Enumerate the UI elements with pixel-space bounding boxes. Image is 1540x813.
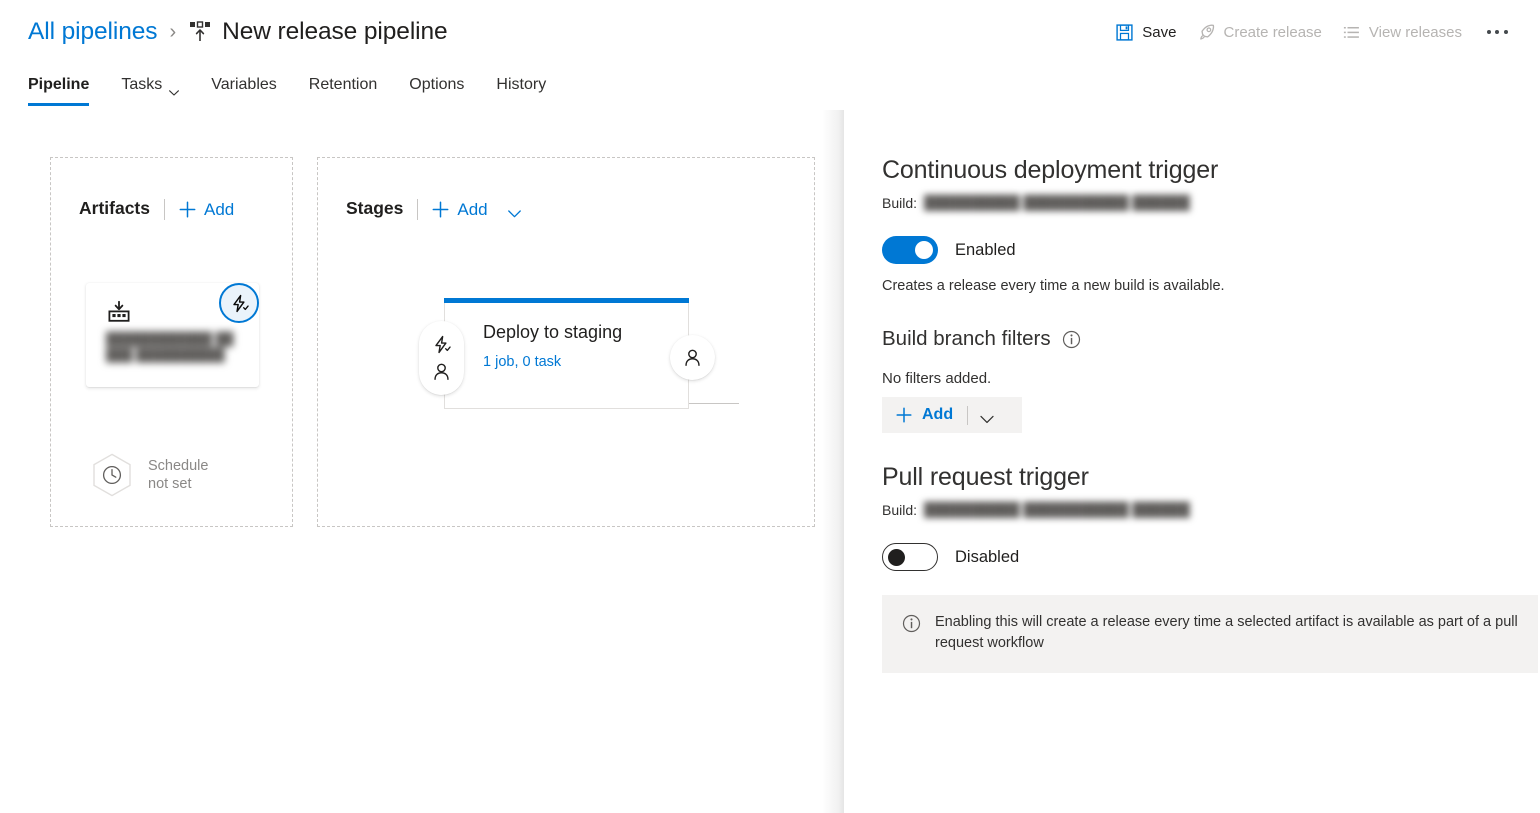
tab-retention[interactable]: Retention	[293, 66, 394, 104]
stage-name: Deploy to staging	[483, 322, 623, 342]
pipeline-tabs: Pipeline Tasks Variables Retention Optio…	[0, 66, 1540, 108]
build-branch-filters-heading: Build branch filters	[882, 326, 1051, 350]
add-branch-filter-label: Add	[922, 406, 954, 424]
continuous-deployment-trigger-icon[interactable]	[219, 283, 259, 323]
cd-helper-text: Creates a release every time a new build…	[882, 278, 1225, 294]
schedule-label: Schedule not set	[148, 457, 208, 493]
stage-card-deploy-to-staging[interactable]: Deploy to staging 1 job, 0 task	[444, 303, 689, 409]
person-approval-icon	[434, 363, 449, 381]
view-releases-label: View releases	[1368, 23, 1462, 41]
add-stage-label: Add	[457, 199, 488, 219]
cd-build-value-redacted: ██████████ ███████████ ██████	[924, 195, 1190, 211]
tab-pipeline[interactable]: Pipeline	[28, 66, 105, 106]
tab-variables-label: Variables	[211, 76, 277, 93]
pr-build-row: Build: ██████████ ███████████ ██████	[882, 503, 1538, 517]
no-filters-text: No filters added.	[882, 370, 992, 388]
add-branch-filter-button[interactable]: Add	[882, 397, 1022, 434]
rocket-icon	[1197, 23, 1216, 42]
stages-panel: Stages Add Deploy to staging 1 job, 0 ta…	[317, 157, 815, 527]
list-icon	[1342, 23, 1361, 42]
add-artifact-button[interactable]: Add	[179, 201, 234, 218]
stages-header: Stages Add	[346, 196, 521, 222]
artifacts-title: Artifacts	[79, 198, 150, 219]
schedule-trigger[interactable]: Schedule not set	[89, 452, 208, 498]
pr-trigger-heading: Pull request trigger	[882, 463, 1089, 491]
plus-icon	[179, 201, 196, 218]
chevron-down-icon	[169, 83, 180, 96]
clock-icon	[89, 452, 135, 498]
toggle-knob	[915, 241, 933, 259]
cd-build-label: Build:	[882, 195, 918, 211]
add-artifact-label: Add	[204, 199, 235, 219]
save-label: Save	[1142, 23, 1177, 41]
build-branch-filters-heading-row: Build branch filters	[882, 326, 1225, 350]
tab-history-label: History	[496, 76, 547, 93]
schedule-line2: not set	[148, 476, 192, 492]
save-button[interactable]: Save	[1105, 17, 1186, 47]
breadcrumb: All pipelines › New release pipeline	[28, 12, 448, 52]
artifacts-panel: Artifacts Add ████████████ █████ ███████…	[50, 157, 293, 527]
tab-options-label: Options	[409, 76, 465, 93]
cd-trigger-toggle[interactable]	[882, 236, 938, 264]
tab-history[interactable]: History	[480, 66, 562, 104]
cd-build-row: Build: ██████████ ███████████ ██████	[882, 196, 1225, 210]
trigger-settings-panel: Continuous deployment trigger Build: ███…	[844, 110, 1540, 813]
chevron-down-icon[interactable]	[507, 205, 521, 218]
page-header: All pipelines › New release pipeline Sav…	[0, 0, 1540, 62]
pr-toggle-row: Disabled	[882, 543, 1538, 571]
post-deployment-conditions-button[interactable]	[670, 335, 715, 380]
view-releases-button[interactable]: View releases	[1332, 17, 1472, 47]
pr-build-label: Build:	[882, 502, 918, 518]
header-toolbar: Save Create release View releases	[1105, 16, 1514, 48]
more-options-button[interactable]	[1480, 17, 1514, 47]
cd-toggle-row: Enabled	[882, 236, 1225, 264]
tab-pipeline-label: Pipeline	[28, 76, 90, 93]
tab-tasks[interactable]: Tasks	[105, 66, 195, 104]
create-release-label: Create release	[1223, 23, 1322, 41]
pr-info-message-text: Enabling this will create a release ever…	[935, 614, 1518, 652]
save-icon	[1115, 23, 1134, 42]
pipeline-canvas: Artifacts Add ████████████ █████ ███████…	[0, 110, 845, 813]
artifacts-header: Artifacts Add	[79, 196, 234, 222]
release-pipeline-icon	[187, 19, 213, 45]
stages-title: Stages	[346, 198, 404, 219]
page-title: New release pipeline	[222, 17, 448, 45]
breadcrumb-separator: ›	[169, 21, 177, 43]
person-approval-icon	[685, 349, 700, 367]
info-icon	[902, 614, 921, 633]
tab-tasks-label: Tasks	[121, 76, 163, 93]
info-icon[interactable]	[1062, 330, 1081, 349]
plus-icon	[432, 201, 449, 218]
lightning-trigger-icon	[435, 335, 451, 354]
cd-toggle-label: Enabled	[955, 240, 1016, 259]
artifact-name-redacted: ████████████ █████ ██████████	[106, 332, 234, 362]
pr-toggle-label: Disabled	[955, 547, 1020, 566]
chevron-down-icon[interactable]	[980, 411, 994, 423]
release-pipeline-editor: All pipelines › New release pipeline Sav…	[0, 0, 1540, 813]
stages-header-divider	[417, 198, 419, 220]
build-artifact-icon	[107, 300, 131, 324]
ellipsis-icon	[1486, 30, 1508, 34]
toggle-knob	[887, 548, 905, 566]
pr-trigger-toggle[interactable]	[882, 543, 938, 571]
continuous-deployment-trigger-section: Continuous deployment trigger Build: ███…	[882, 156, 1225, 434]
add-stage-button[interactable]: Add	[432, 199, 521, 219]
schedule-line1: Schedule	[148, 458, 209, 474]
add-button-divider	[967, 405, 969, 425]
stage-job-task-summary[interactable]: 1 job, 0 task	[483, 355, 561, 370]
pull-request-trigger-section: Pull request trigger Build: ██████████ █…	[882, 463, 1538, 674]
create-release-button[interactable]: Create release	[1187, 17, 1332, 47]
pr-build-value-redacted: ██████████ ███████████ ██████	[924, 502, 1190, 518]
breadcrumb-all-pipelines-link[interactable]: All pipelines	[28, 19, 158, 45]
tab-variables[interactable]: Variables	[195, 66, 293, 104]
pr-info-message: Enabling this will create a release ever…	[882, 595, 1538, 674]
cd-trigger-heading: Continuous deployment trigger	[882, 156, 1219, 184]
artifacts-header-divider	[164, 198, 165, 220]
tab-options[interactable]: Options	[393, 66, 480, 104]
pre-deployment-conditions-button[interactable]	[419, 321, 464, 395]
tab-retention-label: Retention	[308, 76, 378, 93]
plus-icon	[896, 407, 912, 423]
